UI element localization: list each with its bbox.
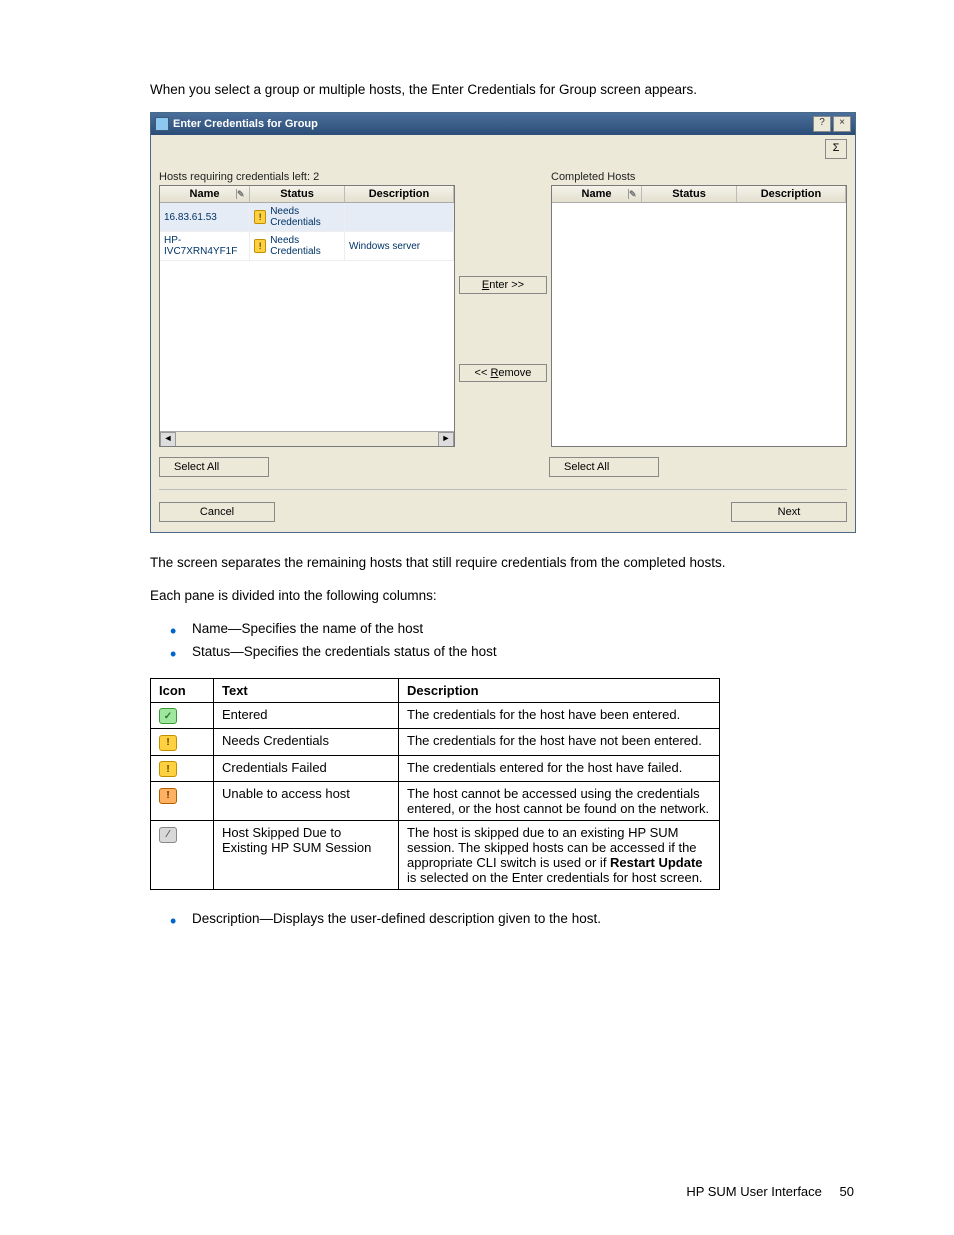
paragraph: The screen separates the remaining hosts… xyxy=(150,553,854,573)
transfer-buttons: Enter >> << Remove xyxy=(463,171,543,447)
next-button[interactable]: Next xyxy=(731,502,847,522)
left-col-status[interactable]: Status xyxy=(250,186,345,202)
table-row[interactable]: 16.83.61.53 !Needs Credentials xyxy=(160,203,454,232)
right-col-name[interactable]: Name✎ xyxy=(552,186,642,202)
th-icon: Icon xyxy=(151,678,214,702)
right-pane: Completed Hosts Name✎ Status Description xyxy=(551,171,847,447)
unable-icon: ! xyxy=(159,788,177,804)
icon-cell: ! xyxy=(151,755,214,782)
remove-button[interactable]: << Remove xyxy=(459,364,547,382)
table-row: ⁄ Host Skipped Due to Existing HP SUM Ses… xyxy=(151,821,720,890)
table-row: ✓ EnteredThe credentials for the host hav… xyxy=(151,702,720,729)
page-footer: HP SUM User Interface 50 xyxy=(686,1184,854,1199)
table-row: ! Needs CredentialsThe credentials for th… xyxy=(151,729,720,756)
desc-cell: The host cannot be accessed using the cr… xyxy=(399,782,720,821)
text-cell: Needs Credentials xyxy=(214,729,399,756)
left-pane: Hosts requiring credentials left: 2 Name… xyxy=(159,171,455,447)
right-pane-label: Completed Hosts xyxy=(551,171,847,183)
left-col-desc[interactable]: Description xyxy=(345,186,454,202)
skip-icon: ⁄ xyxy=(159,827,177,843)
icon-cell: ! xyxy=(151,729,214,756)
icon-cell: ✓ xyxy=(151,702,214,729)
sigma-button[interactable]: Σ xyxy=(825,139,847,159)
table-row: ! Credentials FailedThe credentials enter… xyxy=(151,755,720,782)
right-col-desc[interactable]: Description xyxy=(737,186,846,202)
entered-icon: ✓ xyxy=(159,708,177,724)
list-item: Name—Specifies the name of the host xyxy=(192,618,854,641)
warn-icon: ! xyxy=(254,239,266,253)
scroll-right-icon[interactable]: ► xyxy=(438,432,454,447)
footer-text: HP SUM User Interface xyxy=(686,1184,822,1199)
left-select-all-button[interactable]: Select All xyxy=(159,457,269,477)
paragraph: Each pane is divided into the following … xyxy=(150,586,854,606)
desc-cell: The credentials for the host have been e… xyxy=(399,702,720,729)
host-name-cell: 16.83.61.53 xyxy=(160,203,250,232)
close-button[interactable]: × xyxy=(833,116,851,132)
list-item: Description—Displays the user-defined de… xyxy=(192,908,854,931)
right-grid[interactable]: Name✎ Status Description xyxy=(551,185,847,447)
text-cell: Host Skipped Due to Existing HP SUM Sess… xyxy=(214,821,399,890)
text-cell: Entered xyxy=(214,702,399,729)
columns-list: Name—Specifies the name of the host Stat… xyxy=(150,618,854,664)
th-desc: Description xyxy=(399,678,720,702)
dialog-title: Enter Credentials for Group xyxy=(173,118,318,130)
right-col-status[interactable]: Status xyxy=(642,186,737,202)
icon-cell: ! xyxy=(151,782,214,821)
desc-cell: The credentials entered for the host hav… xyxy=(399,755,720,782)
warn-icon: ! xyxy=(159,761,177,777)
desc-cell: The host is skipped due to an existing H… xyxy=(399,821,720,890)
sort-icon: ✎ xyxy=(236,189,247,199)
host-name-cell: HP-IVC7XRN4YF1F xyxy=(160,232,250,261)
table-row[interactable]: HP-IVC7XRN4YF1F !Needs Credentials Windo… xyxy=(160,232,454,261)
host-status-cell: !Needs Credentials xyxy=(250,232,345,261)
status-icons-table: Icon Text Description ✓ EnteredThe creden… xyxy=(150,678,720,891)
help-button[interactable]: ? xyxy=(813,116,831,132)
icon-cell: ⁄ xyxy=(151,821,214,890)
credentials-dialog: Enter Credentials for Group ? × Σ Hosts … xyxy=(150,112,856,533)
intro-paragraph: When you select a group or multiple host… xyxy=(150,80,854,100)
left-pane-label: Hosts requiring credentials left: 2 xyxy=(159,171,455,183)
description-list: Description—Displays the user-defined de… xyxy=(150,908,854,931)
enter-button[interactable]: Enter >> xyxy=(459,276,547,294)
left-col-name[interactable]: Name✎ xyxy=(160,186,250,202)
text-cell: Credentials Failed xyxy=(214,755,399,782)
list-item: Status—Specifies the credentials status … xyxy=(192,641,854,664)
th-text: Text xyxy=(214,678,399,702)
warn-icon: ! xyxy=(254,210,266,224)
left-scrollbar[interactable]: ◄ ► xyxy=(160,431,454,446)
dialog-titlebar: Enter Credentials for Group ? × xyxy=(151,113,855,135)
desc-cell: The credentials for the host have not be… xyxy=(399,729,720,756)
sort-icon: ✎ xyxy=(628,189,639,199)
app-icon xyxy=(155,117,169,131)
warn-icon: ! xyxy=(159,735,177,751)
text-cell: Unable to access host xyxy=(214,782,399,821)
cancel-button[interactable]: Cancel xyxy=(159,502,275,522)
host-desc-cell: Windows server xyxy=(345,232,454,261)
host-desc-cell xyxy=(345,203,454,232)
host-status-cell: !Needs Credentials xyxy=(250,203,345,232)
right-select-all-button[interactable]: Select All xyxy=(549,457,659,477)
page-number: 50 xyxy=(840,1184,854,1199)
table-row: ! Unable to access hostThe host cannot be… xyxy=(151,782,720,821)
scroll-left-icon[interactable]: ◄ xyxy=(160,432,176,447)
left-grid[interactable]: Name✎ Status Description 16.83.61.53 !Ne… xyxy=(159,185,455,447)
